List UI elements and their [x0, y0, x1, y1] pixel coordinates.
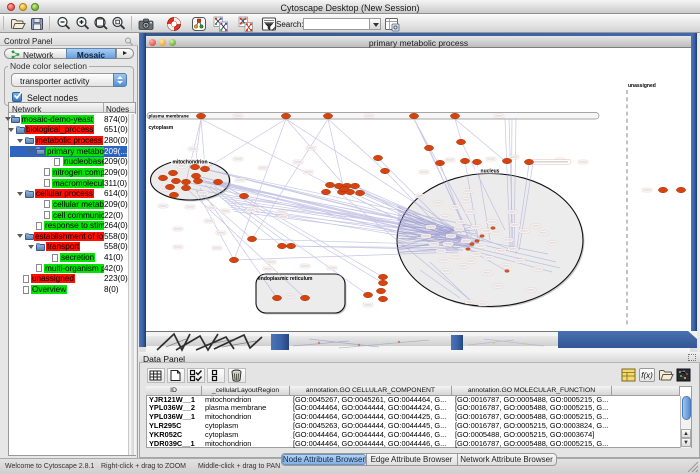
svg-text:unassigned: unassigned [628, 83, 656, 89]
svg-text:cytoplasm: cytoplasm [149, 125, 174, 131]
svg-text:nucleus: nucleus [481, 169, 500, 175]
svg-text:plasma membrane: plasma membrane [149, 113, 190, 118]
svg-text:endoplasmic reticulum: endoplasmic reticulum [258, 276, 313, 282]
